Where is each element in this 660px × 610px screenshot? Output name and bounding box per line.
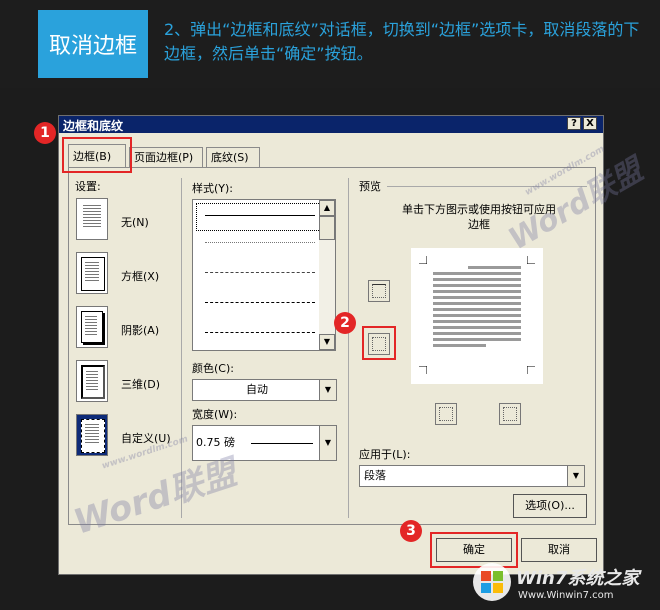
width-label: 宽度(W): (192, 408, 238, 421)
scroll-thumb[interactable] (319, 216, 335, 240)
setting-box-label[interactable]: 方框(X) (121, 268, 159, 284)
preview-text-lines (433, 266, 521, 350)
preview-label: 预览 (359, 180, 381, 193)
header: 取消边框 2、弹出“边框和底纹”对话框，切换到“边框”选项卡，取消段落的下边框，… (0, 0, 660, 88)
tab-page-border[interactable]: 页面边框(P) (129, 147, 203, 167)
style-label: 样式(Y): (192, 182, 234, 195)
highlight-bottom-border (362, 326, 396, 360)
setting-shadow-label[interactable]: 阴影(A) (121, 322, 159, 338)
help-button[interactable]: ? (567, 117, 581, 130)
highlight-tab-borders (62, 137, 132, 173)
scroll-up-icon[interactable]: ▲ (319, 200, 335, 216)
left-border-icon (439, 407, 453, 421)
left-border-button[interactable] (435, 403, 457, 425)
corner-mark-icon (419, 366, 427, 374)
divider (348, 178, 349, 518)
scroll-down-icon[interactable]: ▼ (319, 334, 335, 350)
color-label: 颜色(C): (192, 362, 234, 375)
setting-3d-label[interactable]: 三维(D) (121, 376, 160, 392)
apply-to-value: 段落 (364, 469, 386, 482)
color-value: 自动 (246, 383, 268, 396)
apply-to-label: 应用于(L): (359, 448, 411, 461)
chevron-down-icon[interactable]: ▼ (319, 426, 336, 460)
style-dotted[interactable] (205, 242, 315, 243)
setting-none-label[interactable]: 无(N) (121, 214, 149, 230)
setting-custom-icon[interactable] (76, 414, 108, 456)
logo-brand: Win7系统之家 (516, 568, 640, 589)
corner-mark-icon (419, 256, 427, 264)
step-marker-2: 2 (334, 312, 356, 334)
setting-none-icon[interactable] (76, 198, 108, 240)
setting-shadow-icon[interactable] (76, 306, 108, 348)
chevron-down-icon[interactable]: ▼ (319, 380, 336, 400)
top-border-icon (372, 284, 386, 298)
style-dashed[interactable] (205, 302, 315, 303)
top-border-button[interactable] (368, 280, 390, 302)
logo-url: Www.Winwin7.com (518, 590, 614, 601)
style-solid[interactable] (205, 215, 315, 216)
chevron-down-icon[interactable]: ▼ (567, 466, 584, 486)
tab-shading[interactable]: 底纹(S) (206, 147, 260, 167)
settings-label: 设置: (75, 180, 101, 193)
title-badge: 取消边框 (38, 10, 148, 78)
width-line-sample (251, 443, 313, 444)
windows-logo-icon (473, 563, 511, 601)
close-button[interactable]: X (583, 117, 597, 130)
step-marker-1: 1 (34, 122, 56, 144)
style-dash-dot[interactable] (205, 332, 315, 333)
step-marker-3: 3 (400, 520, 422, 542)
color-select[interactable]: 自动 ▼ (192, 379, 337, 401)
style-scrollbar[interactable]: ▲ ▼ (319, 200, 335, 350)
right-border-button[interactable] (499, 403, 521, 425)
options-button[interactable]: 选项(O)... (513, 494, 587, 518)
setting-box-icon[interactable] (76, 252, 108, 294)
dialog-title: 边框和底纹 (63, 119, 124, 133)
preview-area[interactable] (411, 248, 543, 384)
cancel-button[interactable]: 取消 (521, 538, 597, 562)
style-list[interactable]: ▲ ▼ (192, 199, 336, 351)
site-logo: Win7系统之家 Www.Winwin7.com (472, 560, 660, 608)
setting-3d-icon[interactable] (76, 360, 108, 402)
title-bar: 边框和底纹 ? X (59, 116, 603, 133)
corner-mark-icon (527, 256, 535, 264)
right-border-icon (503, 407, 517, 421)
apply-to-select[interactable]: 段落 ▼ (359, 465, 585, 487)
instruction-text: 2、弹出“边框和底纹”对话框，切换到“边框”选项卡，取消段落的下边框，然后单击“… (164, 20, 640, 63)
corner-mark-icon (527, 366, 535, 374)
style-selection (196, 203, 321, 231)
style-dashed-small[interactable] (205, 272, 315, 273)
